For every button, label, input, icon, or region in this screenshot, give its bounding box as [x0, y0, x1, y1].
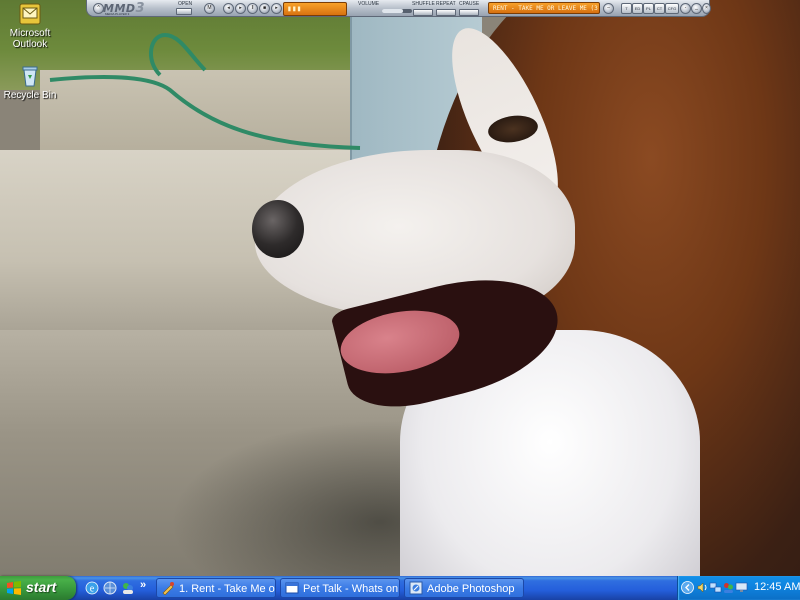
wallpaper-dog-nose	[252, 200, 304, 258]
player-time-display: ▮▮▮	[283, 2, 347, 16]
desktop-icon-recycle-bin[interactable]: Recycle Bin	[0, 64, 62, 101]
player-mode-ct[interactable]: CT	[654, 3, 665, 14]
player-eject-button[interactable]: –	[603, 3, 614, 14]
internet-explorer-icon[interactable]: e	[84, 580, 100, 596]
player-stop-button[interactable]: ■	[259, 3, 270, 14]
volume-icon[interactable]	[696, 581, 709, 594]
player-repeat-label: REPEAT	[436, 1, 456, 7]
player-minimize-icon[interactable]: _	[691, 3, 702, 14]
player-prev-button[interactable]: ◂	[223, 3, 234, 14]
player-subtitle: MEDIA PLAYER 3	[105, 12, 130, 16]
desktop-icon-outlook[interactable]: Microsoft Outlook	[0, 2, 62, 50]
messenger-tray-icon[interactable]	[722, 581, 735, 594]
taskbar-item-label: Adobe Photoshop	[427, 583, 515, 595]
messenger-icon[interactable]	[120, 580, 136, 596]
player-volume-label: VOLUME	[358, 1, 380, 7]
recycle-bin-icon	[22, 66, 38, 87]
desktop-icon-label: Recycle Bin	[3, 90, 57, 101]
media-player-bar[interactable]: ^ MMD3 MEDIA PLAYER 3 OPEN M ◂ ▸ ‖ ■ ▸ ▮…	[86, 0, 711, 17]
player-open-button[interactable]	[176, 8, 192, 15]
player-shuffle-label: SHUFFLE	[412, 1, 435, 7]
outlook-icon	[19, 3, 41, 25]
browser-window-icon	[285, 582, 299, 594]
player-pause-button[interactable]: ‖	[247, 3, 258, 14]
player-menu-button[interactable]: M	[204, 3, 215, 14]
music-note-icon	[162, 582, 174, 595]
chevron-left-icon[interactable]	[681, 581, 694, 594]
display-icon[interactable]	[735, 581, 748, 594]
player-volume-slider[interactable]	[382, 9, 412, 13]
player-volume-fill	[382, 9, 403, 13]
taskbar-item-label: Pet Talk - Whats on y...	[303, 583, 399, 595]
taskbar-item-pet-talk[interactable]: Pet Talk - Whats on y...	[280, 578, 400, 598]
player-cpause-button[interactable]	[459, 9, 479, 16]
start-label: start	[26, 579, 57, 595]
taskbar: start e » 1. Rent - Take Me or...	[0, 576, 800, 600]
player-shade-button[interactable]: -	[680, 3, 691, 14]
player-open-label: OPEN	[178, 1, 193, 7]
desktop[interactable]: Microsoft Outlook Recycle Bin ^ MMD3 MED…	[0, 0, 800, 600]
player-now-playing: RENT - TAKE ME OR LEAVE ME (3:51)	[488, 2, 600, 14]
network-icon[interactable]	[709, 581, 722, 594]
svg-text:e: e	[90, 584, 95, 595]
taskbar-item-rent[interactable]: 1. Rent - Take Me or...	[156, 578, 276, 598]
player-mode-pl[interactable]: PL	[643, 3, 654, 14]
player-repeat-button[interactable]	[436, 9, 456, 16]
player-close-button[interactable]: ×	[702, 3, 711, 14]
player-mode-t[interactable]: T	[621, 3, 632, 14]
photoshop-icon	[409, 581, 423, 595]
wallpaper-hose	[49, 32, 361, 150]
player-cpause-label: CPAUSE	[459, 1, 480, 7]
player-mode-ed[interactable]: ED	[632, 3, 643, 14]
player-shuffle-button[interactable]	[413, 9, 433, 16]
clock[interactable]: 12:45 AM	[754, 581, 800, 593]
player-play-button[interactable]: ▸	[235, 3, 246, 14]
taskbar-item-photoshop[interactable]: Adobe Photoshop	[404, 578, 524, 598]
desktop-icon-label: Microsoft Outlook	[9, 28, 51, 50]
player-eq-glyph: ▮▮▮	[287, 4, 302, 13]
wallpaper-photo	[0, 0, 800, 600]
browser-icon[interactable]	[102, 580, 118, 596]
windows-logo-icon	[7, 581, 21, 595]
system-tray: 12:45 AM	[677, 576, 800, 600]
taskbar-item-label: 1. Rent - Take Me or...	[179, 583, 275, 595]
quick-launch-chevron[interactable]: »	[140, 579, 146, 591]
player-next-button[interactable]: ▸	[271, 3, 282, 14]
start-button[interactable]: start	[0, 576, 76, 600]
player-mode-cfg[interactable]: CFG	[665, 3, 679, 14]
